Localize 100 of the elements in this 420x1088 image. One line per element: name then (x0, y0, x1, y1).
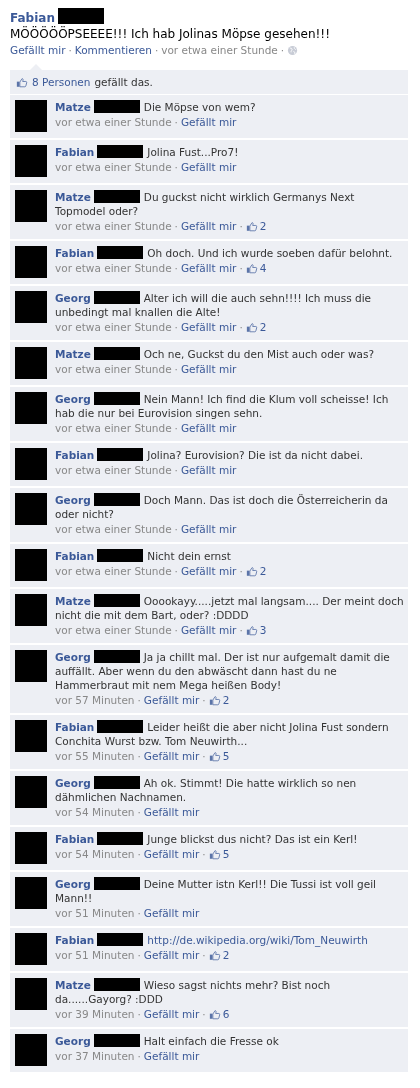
timestamp[interactable]: vor etwa einer Stunde (55, 522, 172, 536)
separator: · (174, 219, 178, 233)
avatar (15, 933, 47, 965)
comment-text: Georg Ah ok. Stimmt! Die hatte wirklich so nen dähmlichen Nachnamen. (55, 776, 358, 804)
likes-text: gefällt das. (94, 76, 153, 88)
thumbs-up-icon (208, 694, 221, 706)
timestamp[interactable]: vor etwa einer Stunde (55, 362, 172, 376)
comment-text: Matze Och ne, Guckst du den Mist auch oder was? (55, 347, 375, 361)
like-count[interactable]: 2 (245, 320, 267, 334)
timestamp[interactable]: vor etwa einer Stunde (55, 160, 172, 174)
like-link[interactable]: Gefällt mir (180, 219, 237, 233)
like-count[interactable]: 2 (245, 564, 267, 578)
like-link[interactable]: Gefällt mir (180, 564, 237, 578)
comment-text: Fabian Leider heißt die aber nicht Jolina Fust sondern Conchita Wurst bzw. Tom Neuwirth... (55, 720, 390, 748)
avatar (15, 246, 47, 278)
like-link[interactable]: Gefällt mir (143, 805, 200, 819)
separator: · (154, 44, 159, 56)
timestamp[interactable]: vor 55 Minuten (55, 749, 135, 763)
timestamp[interactable]: vor etwa einer Stunde (161, 44, 278, 56)
timestamp[interactable]: vor 51 Minuten (55, 948, 135, 962)
timestamp[interactable]: vor 37 Minuten (55, 1049, 135, 1063)
separator: · (174, 261, 178, 275)
like-link[interactable]: Gefällt mir (143, 847, 200, 861)
timestamp[interactable]: vor etwa einer Stunde (55, 320, 172, 334)
comment-text: Matze Du guckst nicht wirklich Germanys Next Topmodel oder? (55, 190, 356, 218)
like-count[interactable]: 6 (208, 1007, 230, 1021)
like-count[interactable]: 2 (208, 948, 230, 962)
avatar (15, 549, 47, 581)
separator: · (68, 44, 72, 56)
comment-link[interactable]: Fabian http://de.wikipedia.org/wiki/Tom_Neuwirth (55, 933, 407, 947)
like-link[interactable]: Gefällt mir (143, 948, 200, 962)
action-link[interactable]: Gefällt mir (10, 44, 66, 56)
post-text: MÖÖÖÖÖPSEEEE!!! Ich hab Jolinas Möpse gesehen!!! (10, 27, 331, 41)
likes-link[interactable]: 8 Personen (32, 76, 91, 88)
avatar (15, 347, 47, 379)
comment-text: Georg Halt einfach die Fresse ok (55, 1034, 280, 1048)
separator: · (174, 421, 178, 435)
author-name[interactable]: Fabian (10, 11, 55, 25)
timestamp[interactable]: vor 39 Minuten (55, 1007, 135, 1021)
thumbs-up-icon (208, 1008, 221, 1020)
separator: · (202, 948, 206, 962)
like-count[interactable]: 5 (208, 847, 230, 861)
timestamp[interactable]: vor 54 Minuten (55, 805, 135, 819)
like-link[interactable]: Gefällt mir (180, 261, 237, 275)
comment-text: Georg Alter ich will die auch sehn!!!! Ich muss die unbedingt mal knallen die Alte! (55, 291, 373, 319)
avatar (15, 650, 47, 682)
avatar (15, 392, 47, 424)
timestamp[interactable]: vor etwa einer Stunde (55, 463, 172, 477)
separator: · (137, 1007, 141, 1021)
avatar (15, 877, 47, 909)
like-count[interactable]: 2 (208, 693, 230, 707)
like-link[interactable]: Gefällt mir (180, 320, 237, 334)
timestamp[interactable]: vor etwa einer Stunde (55, 421, 172, 435)
timestamp[interactable]: vor etwa einer Stunde (55, 261, 172, 275)
like-link[interactable]: Gefällt mir (180, 463, 237, 477)
like-link[interactable]: Gefällt mir (180, 115, 237, 129)
comment-text: Georg Nein Mann! Ich find die Klum voll scheisse! Ich hab die nur bei Eurovision singen sehn. (55, 392, 390, 420)
action-link[interactable]: Kommentieren (74, 44, 152, 56)
comment-text: Fabian Jolina? Eurovision? Die ist da nicht dabei. (55, 448, 364, 462)
separator: · (174, 564, 178, 578)
timestamp[interactable]: vor etwa einer Stunde (55, 219, 172, 233)
globe-icon (287, 44, 299, 56)
like-link[interactable]: Gefällt mir (180, 362, 237, 376)
avatar (15, 1034, 47, 1066)
separator: · (137, 906, 141, 920)
like-link[interactable]: Gefällt mir (180, 623, 237, 637)
avatar (15, 978, 47, 1010)
avatar (15, 594, 47, 626)
timestamp[interactable]: vor etwa einer Stunde (55, 115, 172, 129)
comment-text: Georg Deine Mutter istn Kerl!! Die Tussi ist voll geil Mann!! (55, 877, 378, 905)
separator: · (137, 693, 141, 707)
like-count[interactable]: 4 (245, 261, 267, 275)
avatar (15, 832, 47, 864)
timestamp[interactable]: vor 54 Minuten (55, 847, 135, 861)
timestamp[interactable]: vor 57 Minuten (55, 693, 135, 707)
separator: · (174, 362, 178, 376)
thumbs-up-icon (245, 321, 258, 333)
like-link[interactable]: Gefällt mir (180, 522, 237, 536)
like-link[interactable]: Gefällt mir (143, 749, 200, 763)
timestamp[interactable]: vor etwa einer Stunde (55, 623, 172, 637)
like-link[interactable]: Gefällt mir (143, 1049, 200, 1063)
like-link[interactable]: Gefällt mir (180, 160, 237, 174)
thumbs-up-icon (208, 848, 221, 860)
like-count[interactable]: 3 (245, 623, 267, 637)
thumbs-up-icon (245, 262, 258, 274)
avatar (15, 291, 47, 323)
timestamp[interactable]: vor 51 Minuten (55, 906, 135, 920)
separator: · (202, 693, 206, 707)
separator: · (202, 749, 206, 763)
like-link[interactable]: Gefällt mir (143, 1007, 200, 1021)
like-count[interactable]: 2 (245, 219, 267, 233)
like-link[interactable]: Gefällt mir (143, 693, 200, 707)
like-link[interactable]: Gefällt mir (180, 421, 237, 435)
comment-text: Fabian Oh doch. Und ich wurde soeben dafür belohnt. (55, 246, 394, 260)
timestamp[interactable]: vor etwa einer Stunde (55, 564, 172, 578)
like-count[interactable]: 5 (208, 749, 230, 763)
avatar (15, 720, 47, 752)
thumbs-up-icon (208, 949, 221, 961)
separator: · (202, 847, 206, 861)
like-link[interactable]: Gefällt mir (143, 906, 200, 920)
